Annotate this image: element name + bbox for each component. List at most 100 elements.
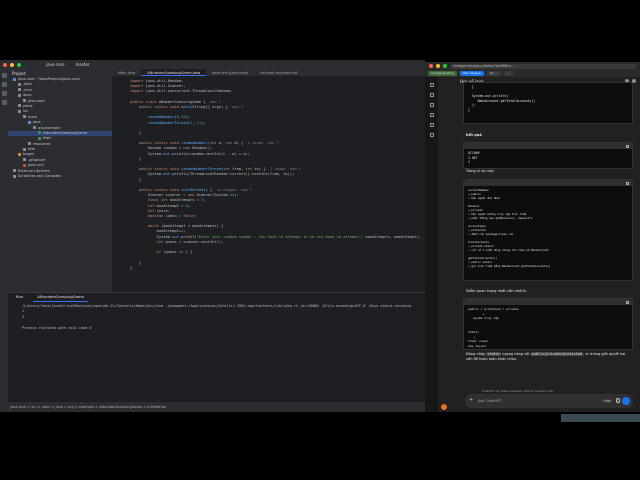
video-thumbnail-strip (561, 414, 640, 422)
folder-icon (13, 169, 16, 173)
close-window-icon[interactable] (429, 64, 433, 68)
folder-icon (28, 142, 31, 146)
code-editor[interactable]: Main.java ANumberGuessingGame.java pom.xml… (112, 69, 425, 292)
run-tab[interactable]: ANumberGuessingGame (33, 293, 88, 302)
tree-item-label: External Libraries (18, 168, 50, 173)
ide-titlebar: java-core master (0, 60, 425, 69)
folder-icon (28, 120, 31, 124)
microphone-icon[interactable] (616, 398, 620, 403)
notification-dot[interactable] (441, 404, 447, 410)
output-line: /Library/Java/JavaVirtualMachines/openjd… (22, 304, 411, 308)
project-panel: Project java-core ~/IdeaProjects/java-co… (8, 69, 112, 292)
tree-item-label: plans (23, 103, 33, 108)
output-line: Process finished with exit code 0 (22, 325, 92, 330)
structure-tool-icon[interactable] (1, 91, 7, 96)
editor-tab[interactable]: ANumberGuessingGame.java (141, 69, 207, 76)
attach-plus-icon[interactable]: + (469, 398, 473, 403)
library-icon[interactable] (429, 113, 434, 117)
commit-tool-icon[interactable] (1, 82, 7, 87)
tree-item-label: Scratches and Consoles (18, 174, 61, 179)
folder-icon (23, 147, 26, 151)
folder-icon (18, 88, 21, 92)
bookmark-bar: Google grading Hoc về java (1) ...... (425, 70, 640, 77)
folder-icon (18, 152, 21, 156)
tree-item-label: resources (33, 141, 51, 146)
voice-mode-button[interactable] (622, 397, 630, 405)
project-tool-icon[interactable] (1, 73, 7, 78)
address-bar[interactable]: chatgpt.com/g/g-p-6a0ea7ba3ff68-h... (450, 63, 636, 69)
editor-tab[interactable]: pom.xml (java-core) (206, 69, 254, 76)
code-line: hay object (468, 343, 487, 348)
zoom-window-icon[interactable] (17, 62, 21, 67)
tree-item-label: org.example (38, 125, 61, 130)
editor-tabs: Main.java ANumberGuessingGame.java pom.xml… (112, 69, 425, 77)
tree-item-label: .gitignore (28, 157, 46, 162)
code-block-explain-header (464, 180, 632, 186)
bookmark-item[interactable]: ... (503, 71, 513, 76)
projects-icon[interactable] (429, 123, 434, 127)
tree-item-label: target (23, 152, 34, 157)
tree-item-label: java-core ~/IdeaProjects/java-core (18, 77, 80, 81)
run-tabs: Run ANumberGuessingGame (8, 293, 425, 302)
screen: java-core master Project java-core ~/Ide… (0, 0, 640, 480)
folder-icon (33, 126, 36, 130)
status-breadcrumb[interactable]: java-core > src > main > java > org > ex… (0, 402, 425, 412)
code-content[interactable]: import java.util.Random; import java.uti… (130, 79, 420, 289)
editor-tab[interactable]: ext-test-myclass.md (254, 69, 303, 76)
run-output[interactable]: /Library/Java/JavaVirtualMachines/openjd… (8, 301, 425, 334)
code-block-explain-body: accountNumber → public → bên ngoài đọc đượ… (464, 186, 632, 270)
code-block-result: ACC006 1.0E7 2 (463, 142, 633, 169)
folder-icon (18, 104, 21, 108)
code-block-explain: accountNumber → public → bên ngoài đọc đượ… (463, 179, 633, 281)
code-block-result-header (464, 143, 632, 149)
chat-composer[interactable]: + Ask ChatGPT High (465, 394, 633, 408)
tree-item-label: ANumberGuessingGame (43, 130, 88, 135)
summary-text: Đừng nhập static ngang hàng với public/p… (466, 352, 626, 361)
sidebar-toggle-icon[interactable] (429, 83, 434, 87)
copy-icon[interactable] (626, 144, 629, 148)
code-block-top-body: } System.out.println( BankAccount.getTot… (464, 83, 632, 115)
bookmark-item[interactable]: (1) ... (486, 71, 501, 76)
search-icon[interactable] (429, 103, 434, 107)
editor-tab[interactable]: Main.java (112, 69, 141, 76)
tree-item-label: .mvn (23, 87, 33, 92)
code-block-key-header (464, 299, 632, 305)
run-panel: Run ANumberGuessingGame /Library/Java/Jav… (8, 292, 425, 402)
gpts-icon[interactable] (429, 133, 434, 137)
copy-icon[interactable] (626, 181, 629, 185)
chat-input[interactable]: Ask ChatGPT (478, 399, 501, 403)
tree-item-label: src (23, 109, 29, 114)
code-line: → gọi trực tiếp bằng BankAccount.getTota… (468, 264, 551, 268)
minimize-window-icon[interactable] (10, 62, 14, 67)
tree-item-label: docs (23, 93, 32, 98)
folder-icon (23, 158, 26, 162)
left-toolbar (0, 69, 8, 412)
tree-item-label: main (28, 114, 37, 119)
branch-selector[interactable]: master (76, 62, 90, 67)
run-tab[interactable]: Run (12, 293, 27, 301)
minimize-window-icon[interactable] (436, 64, 440, 68)
zoom-window-icon[interactable] (443, 64, 447, 68)
more-tools-icon[interactable] (1, 100, 7, 105)
key-heading: Điểm quan trọng nhất cần nhớ là: (466, 289, 527, 293)
bookmark-item[interactable]: Google grading (428, 71, 458, 76)
project-selector[interactable]: java-core (46, 62, 65, 67)
close-window-icon[interactable] (3, 62, 7, 67)
bookmark-item[interactable]: Hoc về java (460, 71, 484, 76)
folder-icon (18, 109, 21, 113)
copy-icon[interactable] (626, 300, 629, 304)
tree-item-label: test (28, 147, 35, 152)
tree-item-label: java-core (28, 98, 45, 103)
tree-item-label: Main (43, 136, 52, 141)
reasoning-level-selector[interactable]: High (603, 399, 611, 403)
browser-window: chatgpt.com/g/g-p-6a0ea7ba3ff68-h... Goo… (425, 62, 640, 412)
result-heading: Kết quả (466, 133, 482, 137)
tree-item[interactable]: Scratches and Consoles (8, 174, 112, 179)
new-chat-icon[interactable] (429, 93, 434, 97)
tree-item-label: java (33, 120, 41, 125)
tree-item-label: pom.xml (28, 163, 44, 168)
code-block-top: } System.out.println( BankAccount.getTot… (463, 82, 633, 124)
project-panel-title[interactable]: Project (8, 69, 112, 77)
folder-icon (38, 131, 41, 135)
intellij-window: java-core master Project java-core ~/Ide… (0, 60, 425, 412)
